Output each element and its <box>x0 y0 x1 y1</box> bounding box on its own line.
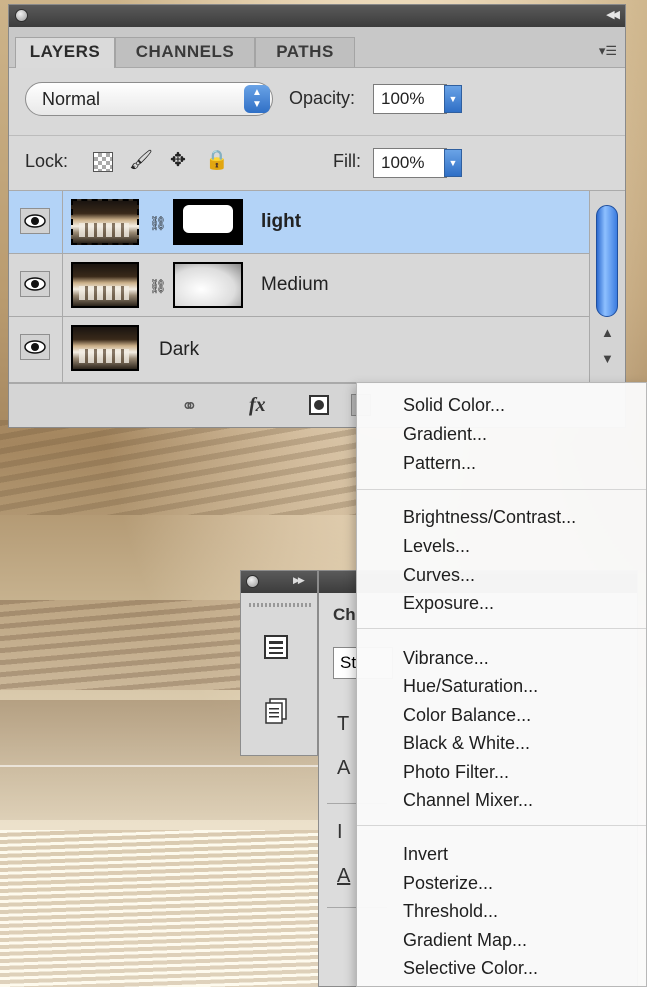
layers-panel-titlebar[interactable]: ◀◀ <box>9 5 625 27</box>
add-mask-icon[interactable] <box>309 395 329 415</box>
scroll-down-arrow-icon[interactable]: ▼ <box>601 351 614 366</box>
menu-item-vibrance[interactable]: Vibrance... <box>403 648 489 669</box>
kerning-icon: A <box>337 757 351 779</box>
fx-icon[interactable]: fx <box>249 394 266 417</box>
layers-scrollbar[interactable]: ▲ ▼ <box>589 191 625 383</box>
character-icon[interactable] <box>261 633 291 663</box>
menu-item-curves[interactable]: Curves... <box>403 565 475 586</box>
photo-railing <box>0 765 330 767</box>
opacity-dropdown-icon[interactable]: ▼ <box>444 85 462 113</box>
lock-position-icon[interactable]: ✥ <box>167 150 189 172</box>
expand-panel-icon[interactable]: ▶▶ <box>293 575 305 586</box>
scrollbar-thumb[interactable] <box>596 205 618 317</box>
tab-paths[interactable]: PATHS <box>255 37 355 67</box>
menu-item-exposure[interactable]: Exposure... <box>403 593 494 614</box>
layer-mask-thumbnail[interactable] <box>173 262 243 308</box>
menu-item-gradient[interactable]: Gradient... <box>403 424 487 445</box>
eye-icon[interactable] <box>20 208 50 234</box>
lock-label: Lock: <box>25 151 69 171</box>
menu-item-color-balance[interactable]: Color Balance... <box>403 705 531 726</box>
paragraph-icon[interactable] <box>261 697 291 727</box>
mask-link-icon[interactable]: ⛓ <box>149 278 167 298</box>
layer-row-light[interactable]: ⛓ light <box>9 191 589 254</box>
baseline-shift-icon: A <box>337 865 351 887</box>
collapsed-tool-panel: ▶▶ <box>240 570 318 756</box>
blend-row: Normal ▲ ▼ Opacity: 100% ▼ <box>9 67 625 136</box>
layer-name[interactable]: Dark <box>159 339 199 361</box>
photo-roof-upper <box>0 420 360 515</box>
layer-name[interactable]: Medium <box>261 274 329 296</box>
character-tab[interactable]: Ch <box>333 605 356 625</box>
menu-item-invert[interactable]: Invert <box>403 844 448 865</box>
layer-row-medium[interactable]: ⛓ Medium <box>9 254 589 317</box>
menu-item-solid-color[interactable]: Solid Color... <box>403 395 505 416</box>
menu-separator <box>357 489 646 490</box>
visibility-cell <box>9 317 63 383</box>
fill-input[interactable]: 100% <box>373 148 447 178</box>
lock-transparent-pixels-icon[interactable] <box>93 152 113 172</box>
mask-link-icon[interactable]: ⛓ <box>149 215 167 235</box>
close-panel-button[interactable] <box>15 9 28 22</box>
opacity-label: Opacity: <box>289 88 356 108</box>
layer-thumbnail[interactable] <box>71 199 139 245</box>
layer-mask-thumbnail[interactable] <box>173 199 243 245</box>
menu-item-threshold[interactable]: Threshold... <box>403 901 498 922</box>
scroll-up-arrow-icon[interactable]: ▲ <box>601 325 614 340</box>
layers-list: ⛓ light ⛓ Medium Dark <box>9 191 589 383</box>
link-icon[interactable]: ⚭ <box>181 394 198 419</box>
menu-item-gradient-map[interactable]: Gradient Map... <box>403 930 527 951</box>
eye-icon[interactable] <box>20 271 50 297</box>
collapse-panel-icon[interactable]: ◀◀ <box>606 8 620 21</box>
menu-item-posterize[interactable]: Posterize... <box>403 873 493 894</box>
layers-panel: ◀◀ LAYERS CHANNELS PATHS ▾☰ Normal ▲ ▼ Op… <box>8 4 626 428</box>
close-panel-button[interactable] <box>246 575 259 588</box>
fill-label: Fill: <box>333 151 361 171</box>
opacity-input[interactable]: 100% <box>373 84 447 114</box>
menu-item-hue-saturation[interactable]: Hue/Saturation... <box>403 676 538 697</box>
menu-item-channel-mixer[interactable]: Channel Mixer... <box>403 790 533 811</box>
blend-mode-stepper-icon[interactable]: ▲ ▼ <box>244 85 270 113</box>
lock-image-pixels-icon[interactable]: 🖌 <box>129 150 153 172</box>
lock-all-icon[interactable]: 🔒 <box>205 150 229 172</box>
tab-layers[interactable]: LAYERS <box>15 37 115 68</box>
tool-panel-titlebar[interactable]: ▶▶ <box>241 571 317 593</box>
photo-roof-lower <box>0 600 260 690</box>
layer-name[interactable]: light <box>261 211 301 233</box>
menu-item-black-white[interactable]: Black & White... <box>403 733 530 754</box>
fill-dropdown-icon[interactable]: ▼ <box>444 149 462 177</box>
font-size-icon: T <box>337 713 350 735</box>
photo-water <box>0 830 360 987</box>
layer-thumbnail[interactable] <box>71 325 139 371</box>
menu-item-photo-filter[interactable]: Photo Filter... <box>403 762 509 783</box>
new-adjustment-layer-menu: Solid Color... Gradient... Pattern... Br… <box>356 382 647 987</box>
blend-mode-value: Normal <box>42 89 101 109</box>
layer-thumbnail[interactable] <box>71 262 139 308</box>
eye-icon[interactable] <box>20 334 50 360</box>
menu-item-selective-color[interactable]: Selective Color... <box>403 958 538 979</box>
blend-mode-select[interactable]: Normal ▲ ▼ <box>25 82 273 116</box>
menu-item-pattern[interactable]: Pattern... <box>403 453 476 474</box>
menu-item-brightness-contrast[interactable]: Brightness/Contrast... <box>403 507 576 528</box>
visibility-cell <box>9 191 63 253</box>
menu-separator <box>357 628 646 629</box>
panel-tabs: LAYERS CHANNELS PATHS ▾☰ <box>9 27 625 68</box>
menu-separator <box>357 825 646 826</box>
layer-row-dark[interactable]: Dark <box>9 317 589 383</box>
visibility-cell <box>9 254 63 316</box>
vertical-scale-icon: I <box>337 821 343 843</box>
lock-row: Lock: 🖌 ✥ 🔒 Fill: 100% ▼ <box>9 136 625 191</box>
menu-item-levels[interactable]: Levels... <box>403 536 470 557</box>
panel-menu-icon[interactable]: ▾☰ <box>599 43 617 59</box>
tab-channels[interactable]: CHANNELS <box>115 37 255 67</box>
panel-grip[interactable] <box>249 603 311 607</box>
